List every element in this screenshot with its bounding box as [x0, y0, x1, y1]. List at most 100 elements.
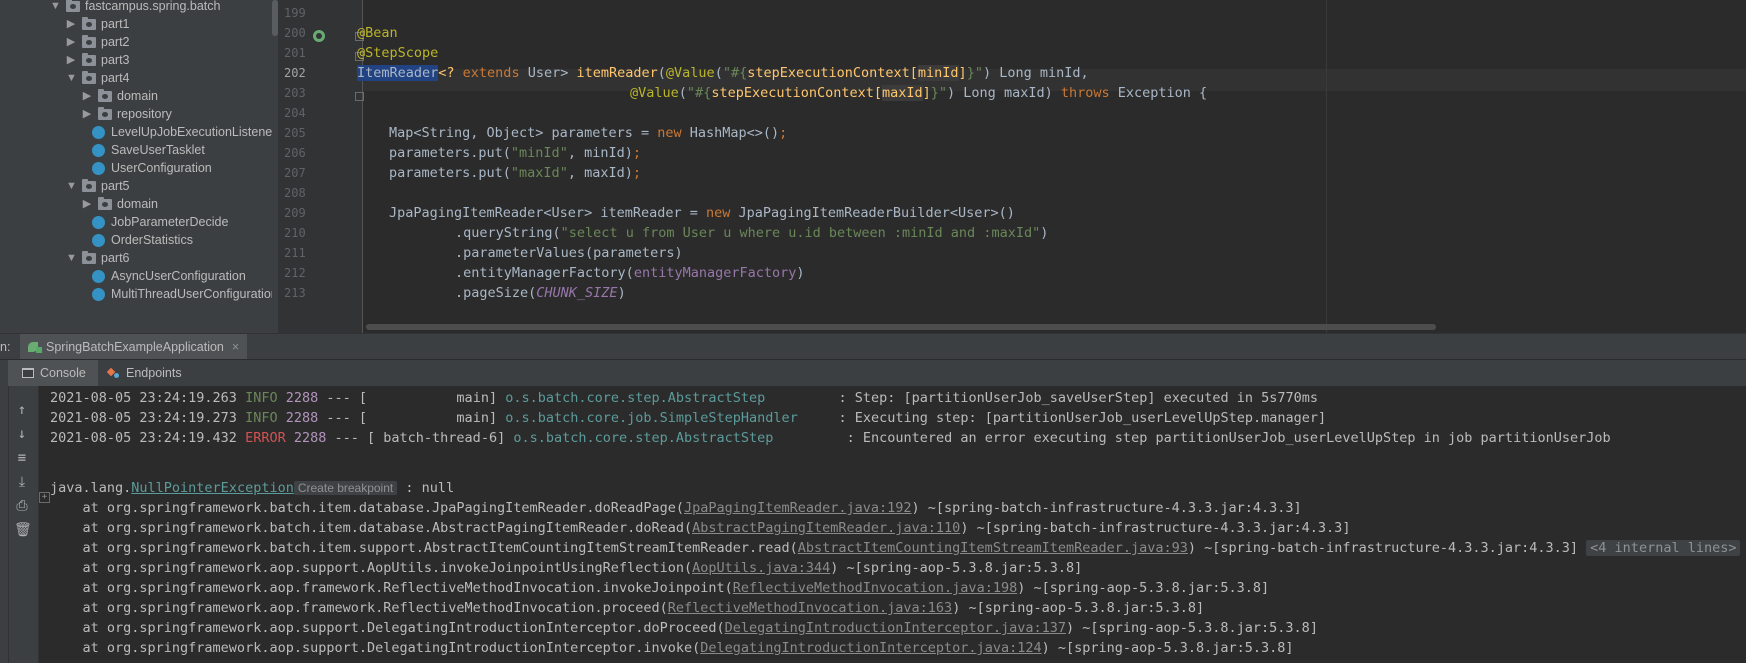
tab-endpoints[interactable]: Endpoints: [100, 360, 190, 386]
tree-item[interactable]: ▶ part3: [66, 50, 130, 70]
stack-frame-jar: ) ~[spring-batch-infrastructure-4.3.3.ja…: [911, 500, 1302, 516]
chevron-right-icon[interactable]: ▶: [66, 32, 76, 52]
clear-all-icon[interactable]: 🗑: [14, 522, 32, 538]
tree-item[interactable]: ▶ domain: [82, 86, 158, 106]
exception-link[interactable]: NullPointerException: [131, 480, 294, 496]
editor-horizontal-scrollbar[interactable]: [366, 324, 1436, 330]
tree-item[interactable]: MultiThreadUserConfiguration: [92, 284, 272, 304]
log-line: 2021-08-05 23:24:19.432 ERROR 2288 --- […: [50, 427, 1611, 449]
chevron-down-icon[interactable]: ▼: [66, 176, 77, 196]
console-toolbar: ↑ ↓ ≡ ⤓ ⎙ 🗑: [0, 386, 39, 663]
line-number: 213: [284, 286, 306, 300]
line-number: 211: [284, 246, 306, 260]
create-breakpoint-button[interactable]: Create breakpoint: [293, 481, 398, 495]
code-line-207: parameters.put("maxId", maxId);: [389, 162, 641, 184]
log-message: : Encountered an error executing step pa…: [846, 430, 1611, 446]
code-token: ): [796, 265, 805, 281]
tree-item[interactable]: JobParameterDecide: [92, 212, 228, 232]
tab-console[interactable]: Console: [8, 360, 98, 386]
package-icon: [66, 0, 80, 12]
spel-token: maxId: [882, 85, 923, 101]
internal-lines-fold[interactable]: <4 internal lines>: [1586, 540, 1741, 556]
tree-item-label: JobParameterDecide: [111, 215, 229, 229]
run-config-tab-label: SpringBatchExampleApplication: [46, 340, 224, 354]
scroll-up-icon[interactable]: ↑: [14, 402, 30, 418]
chevron-right-icon[interactable]: ▶: [82, 86, 92, 106]
stack-frame-jar: ) ~[spring-aop-5.3.8.jar:5.3.8]: [1041, 640, 1294, 656]
class-icon: [92, 161, 105, 175]
stack-frame-method: at org.springframework.aop.framework.Ref…: [50, 600, 668, 616]
scroll-down-icon[interactable]: ↓: [14, 426, 30, 442]
tree-item[interactable]: ▶ repository: [82, 104, 172, 124]
soft-wrap-icon[interactable]: ≡: [14, 450, 30, 466]
log-pid: 2288: [293, 430, 327, 446]
tree-item[interactable]: ▶ domain: [82, 194, 158, 214]
line-number: 204: [284, 106, 306, 120]
stack-frame-method: at org.springframework.aop.framework.Ref…: [50, 580, 733, 596]
class-icon: [92, 215, 105, 229]
code-token: Exception {: [1109, 85, 1208, 101]
code-token: ;: [632, 165, 641, 181]
source-link[interactable]: DelegatingIntroductionInterceptor.java:1…: [700, 640, 1041, 656]
package-icon: [98, 196, 112, 210]
code-token: HashMap<>(): [681, 125, 780, 141]
source-link[interactable]: JpaPagingItemReader.java:192: [684, 500, 912, 516]
expand-internal-lines-icon[interactable]: +: [39, 492, 50, 503]
chevron-right-icon[interactable]: ▶: [82, 194, 92, 214]
tree-item[interactable]: ▼ part5: [66, 176, 130, 196]
code-token: ): [1040, 225, 1049, 241]
code-line-203: @Value("#{stepExecutionContext[maxId]}")…: [630, 82, 1207, 104]
tree-item-label: part4: [101, 71, 130, 85]
code-token: stepExecutionContext[: [747, 65, 918, 81]
line-number: 201: [284, 46, 306, 60]
tree-item-label: part1: [101, 17, 130, 31]
tree-item[interactable]: ▶ part2: [66, 32, 130, 52]
code-line-209: JpaPagingItemReader<User> itemReader = n…: [389, 202, 1015, 224]
log-message: : Executing step: [partitionUserJob_user…: [838, 410, 1327, 426]
chevron-down-icon[interactable]: ▼: [50, 0, 61, 16]
code-token: .queryString(: [455, 225, 561, 241]
source-link[interactable]: DelegatingIntroductionInterceptor.java:1…: [725, 620, 1066, 636]
scroll-to-end-icon[interactable]: ⤓: [14, 474, 30, 490]
log-timestamp: 2021-08-05 23:24:19.273: [50, 410, 237, 426]
close-icon[interactable]: ×: [232, 334, 239, 360]
stack-frame-jar: ) ~[spring-batch-infrastructure-4.3.3.ja…: [960, 520, 1351, 536]
code-editor[interactable]: 199 200 201 202 203 204 205 206 207 208 209 210 211 2…: [278, 0, 1746, 333]
chevron-right-icon[interactable]: ▶: [82, 104, 92, 124]
chevron-down-icon[interactable]: ▼: [66, 248, 77, 268]
print-icon[interactable]: ⎙: [14, 498, 30, 514]
tree-item[interactable]: OrderStatistics: [92, 230, 193, 250]
tree-item-label: domain: [117, 197, 158, 211]
stack-frame: at org.springframework.aop.support.Deleg…: [50, 637, 1294, 659]
tree-item[interactable]: AsyncUserConfiguration: [92, 266, 246, 286]
chevron-down-icon[interactable]: ▼: [66, 68, 77, 88]
code-line-212: .entityManagerFactory(entityManagerFacto…: [455, 262, 805, 284]
tree-item[interactable]: ▼ part4: [66, 68, 130, 88]
tree-item[interactable]: LevelUpJobExecutionListener: [92, 122, 272, 142]
source-link[interactable]: AbstractItemCountingItemStreamItemReader…: [798, 540, 1188, 556]
tree-item[interactable]: ▼ part6: [66, 248, 130, 268]
source-link[interactable]: AbstractPagingItemReader.java:110: [692, 520, 960, 536]
tree-item[interactable]: UserConfiguration: [92, 158, 212, 178]
chevron-right-icon[interactable]: ▶: [66, 14, 76, 34]
stack-frame: at org.springframework.aop.framework.Ref…: [50, 577, 1270, 599]
tree-item[interactable]: ▶ part1: [66, 14, 130, 34]
chevron-right-icon[interactable]: ▶: [66, 50, 76, 70]
tab-endpoints-label: Endpoints: [126, 366, 182, 380]
console-output[interactable]: 2021-08-05 23:24:19.263 INFO 2288 --- [ …: [39, 386, 1746, 663]
log-message: : Step: [partitionUserJob_saveUserStep] …: [838, 390, 1319, 406]
run-tool-window-header: n: SpringBatchExampleApplication ×: [0, 333, 1746, 360]
spring-boot-app-icon: [28, 341, 42, 353]
fold-marker-icon[interactable]: [355, 92, 364, 101]
spring-bean-gutter-icon[interactable]: [313, 30, 325, 42]
source-link[interactable]: ReflectiveMethodInvocation.java:198: [733, 580, 1017, 596]
string-token: "maxId": [510, 165, 568, 181]
run-config-tab[interactable]: SpringBatchExampleApplication ×: [20, 334, 248, 360]
source-link[interactable]: ReflectiveMethodInvocation.java:163: [668, 600, 952, 616]
log-pid: 2288: [285, 410, 319, 426]
source-link[interactable]: AopUtils.java:344: [692, 560, 830, 576]
tree-item-label: SaveUserTasklet: [111, 143, 205, 157]
keyword-token: new: [657, 125, 682, 141]
tree-item[interactable]: SaveUserTasklet: [92, 140, 205, 160]
log-level: ERROR: [245, 430, 286, 446]
